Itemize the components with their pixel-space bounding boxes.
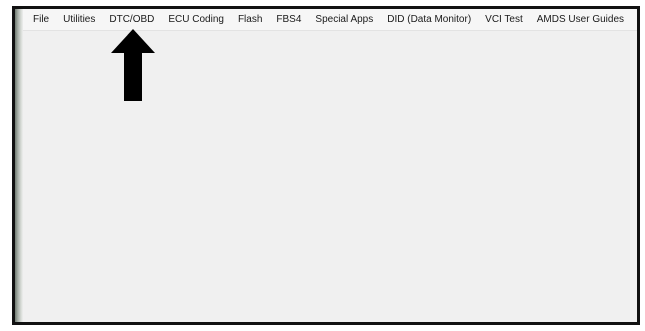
menu-item-ecu-coding[interactable]: ECU Coding xyxy=(168,14,224,25)
window-left-edge xyxy=(15,9,23,322)
menu-item-utilities[interactable]: Utilities xyxy=(63,14,95,25)
menu-item-file[interactable]: File xyxy=(33,14,49,25)
menu-item-amds-user-guides[interactable]: AMDS User Guides xyxy=(537,14,624,25)
menu-item-dtc-obd[interactable]: DTC/OBD xyxy=(109,14,154,25)
menu-item-flash[interactable]: Flash xyxy=(238,14,262,25)
menu-item-did-data-monitor[interactable]: DID (Data Monitor) xyxy=(387,14,471,25)
menu-item-vci-test[interactable]: VCI Test xyxy=(485,14,523,25)
arrow-up-icon xyxy=(111,29,155,101)
application-window: File Utilities DTC/OBD ECU Coding Flash … xyxy=(12,6,640,325)
menu-bar: File Utilities DTC/OBD ECU Coding Flash … xyxy=(23,9,637,31)
menu-item-fbs4[interactable]: FBS4 xyxy=(276,14,301,25)
menu-item-special-apps[interactable]: Special Apps xyxy=(315,14,373,25)
